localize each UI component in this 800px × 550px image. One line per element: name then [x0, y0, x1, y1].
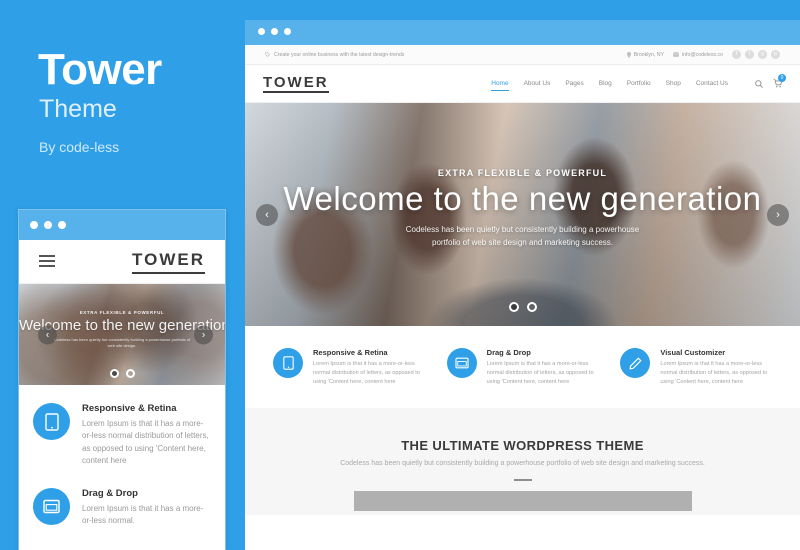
drag-drop-icon	[33, 487, 70, 525]
maximize-dot-icon[interactable]	[58, 221, 66, 229]
feature-title: Responsive & Retina	[313, 348, 388, 357]
feature-text-block: Visual Customizer Lorem Ipsum is that it…	[660, 348, 772, 388]
tablet-site-logo[interactable]: TOWER	[132, 250, 205, 274]
tablet-slider-next-arrow-icon[interactable]: ›	[194, 325, 213, 344]
nav-item-portfolio[interactable]: Portfolio	[627, 80, 651, 87]
tablet-site-header: TOWER	[19, 240, 225, 284]
tag-icon	[265, 51, 270, 57]
feature-text-block: Drag & Drop Lorem Ipsum is that it has a…	[487, 348, 599, 388]
navbar-icons: 0	[755, 74, 786, 88]
desktop-window-chrome	[245, 20, 800, 45]
tablet-slider-dot-2[interactable]	[125, 369, 135, 378]
tablet-feature-description: Lorem Ipsum is that it has a more-or-les…	[82, 503, 204, 525]
cta-heading: THE ULTIMATE WORDPRESS THEME	[401, 437, 644, 453]
facebook-icon[interactable]: f	[732, 50, 741, 59]
tablet-features-list: Responsive & Retina Lorem Ipsum is that …	[19, 385, 225, 527]
nav-item-pages[interactable]: Pages	[565, 80, 583, 87]
drag-drop-icon	[446, 348, 477, 378]
topbar-email-label: info@codeless.co	[681, 51, 723, 58]
cart-button[interactable]: 0	[773, 74, 786, 88]
tablet-window-controls	[30, 221, 66, 229]
topbar-email[interactable]: info@codeless.co	[673, 52, 723, 58]
tablet-feature-title: Drag & Drop	[82, 487, 138, 499]
tablet-feature-text-block: Drag & Drop Lorem Ipsum is that it has a…	[82, 488, 211, 528]
slider-next-arrow-icon[interactable]: ›	[767, 203, 789, 226]
cta-section: THE ULTIMATE WORDPRESS THEME Codeless ha…	[245, 407, 800, 515]
pinterest-icon[interactable]: p	[771, 50, 780, 59]
close-dot-icon[interactable]	[30, 221, 38, 229]
tablet-icon	[273, 348, 303, 378]
cta-image-placeholder	[353, 490, 692, 511]
feature-description: Lorem Ipsum is that it has a more-or-les…	[660, 361, 768, 386]
hero-title: Welcome to the new generation	[283, 180, 762, 217]
minimize-dot-icon[interactable]	[271, 28, 278, 35]
hero-description: Codeless has been quietly but consistent…	[405, 225, 640, 247]
nav-item-blog[interactable]: Blog	[599, 80, 612, 87]
tablet-icon	[33, 403, 70, 440]
search-icon[interactable]	[755, 79, 763, 88]
feature-text-block: Responsive & Retina Lorem Ipsum is that …	[313, 348, 425, 388]
nav-item-contact-us[interactable]: Contact Us	[696, 80, 728, 87]
topbar-location-label: Brooklyn, NY	[633, 51, 664, 58]
site-topbar: Create your online business with the lat…	[245, 45, 800, 65]
hero-kicker: EXTRA FLEXIBLE & POWERFUL	[437, 168, 608, 178]
cta-divider	[513, 478, 532, 481]
twitter-icon[interactable]: t	[745, 50, 754, 59]
nav-item-shop[interactable]: Shop	[666, 80, 681, 87]
tablet-feature-description: Lorem Ipsum is that it has a more-or-les…	[82, 419, 209, 466]
hamburger-icon[interactable]	[39, 255, 55, 270]
features-section: Responsive & Retina Lorem Ipsum is that …	[245, 326, 800, 408]
close-dot-icon[interactable]	[258, 28, 265, 35]
tablet-slider-dot-1[interactable]	[109, 369, 119, 378]
maximize-dot-icon[interactable]	[284, 28, 291, 35]
tablet-hero-slider: EXTRA FLEXIBLE & POWERFUL Welcome to the…	[19, 284, 225, 385]
site-navbar: TOWER Home About Us Pages Blog Portfolio…	[245, 65, 800, 103]
main-menu: Home About Us Pages Blog Portfolio Shop …	[491, 74, 786, 91]
slider-dot-2[interactable]	[526, 302, 537, 312]
promo-author: By code-less	[39, 139, 120, 155]
nav-item-home[interactable]: Home	[491, 80, 509, 91]
tablet-window-chrome	[19, 210, 225, 240]
desktop-window-controls	[258, 28, 291, 35]
cart-count-badge: 0	[778, 74, 786, 82]
feature-item: Visual Customizer Lorem Ipsum is that it…	[620, 348, 772, 388]
topbar-contact-group: Brooklyn, NY info@codeless.co f t g p	[626, 50, 780, 59]
feature-title: Drag & Drop	[486, 348, 531, 357]
slider-dot-1[interactable]	[508, 302, 519, 312]
promo-subtitle: Theme	[39, 95, 117, 123]
topbar-tagline: Create your online business with the lat…	[274, 51, 405, 58]
promo-title: Tower	[38, 45, 162, 94]
pencil-icon	[620, 348, 651, 378]
site-logo[interactable]: TOWER	[263, 75, 329, 93]
topbar-tagline-group: Create your online business with the lat…	[265, 52, 404, 58]
map-pin-icon	[626, 51, 631, 58]
google-plus-icon[interactable]: g	[758, 50, 767, 59]
topbar-social-links: f t g p	[732, 50, 780, 59]
desktop-preview-window: Create your online business with the lat…	[245, 20, 800, 550]
cta-subtext: Codeless has been quietly but consistent…	[340, 459, 705, 467]
minimize-dot-icon[interactable]	[44, 221, 52, 229]
hero-slider: EXTRA FLEXIBLE & POWERFUL Welcome to the…	[245, 103, 800, 326]
nav-item-about-us[interactable]: About Us	[524, 80, 551, 87]
feature-description: Lorem Ipsum is that it has a more-or-les…	[313, 361, 420, 386]
slider-prev-arrow-icon[interactable]: ‹	[256, 203, 278, 226]
tablet-feature-item: Drag & Drop Lorem Ipsum is that it has a…	[33, 487, 211, 528]
topbar-location: Brooklyn, NY	[626, 51, 664, 58]
tablet-feature-text-block: Responsive & Retina Lorem Ipsum is that …	[82, 403, 211, 468]
feature-item: Responsive & Retina Lorem Ipsum is that …	[273, 348, 425, 388]
feature-item: Drag & Drop Lorem Ipsum is that it has a…	[446, 348, 599, 388]
hero-content: EXTRA FLEXIBLE & POWERFUL Welcome to the…	[245, 103, 800, 326]
tablet-preview-window: TOWER EXTRA FLEXIBLE & POWERFUL Welcome …	[18, 209, 226, 550]
feature-title: Visual Customizer	[660, 348, 726, 357]
tablet-slider-pagination	[19, 369, 225, 378]
slider-pagination	[245, 302, 800, 312]
tablet-feature-item: Responsive & Retina Lorem Ipsum is that …	[33, 403, 211, 468]
tablet-slider-prev-arrow-icon[interactable]: ‹	[38, 325, 57, 344]
tablet-feature-title: Responsive & Retina	[82, 403, 177, 414]
envelope-icon	[673, 52, 679, 57]
tablet-hero-kicker: EXTRA FLEXIBLE & POWERFUL	[79, 310, 165, 315]
feature-description: Lorem Ipsum is that it has a more-or-les…	[486, 361, 594, 386]
